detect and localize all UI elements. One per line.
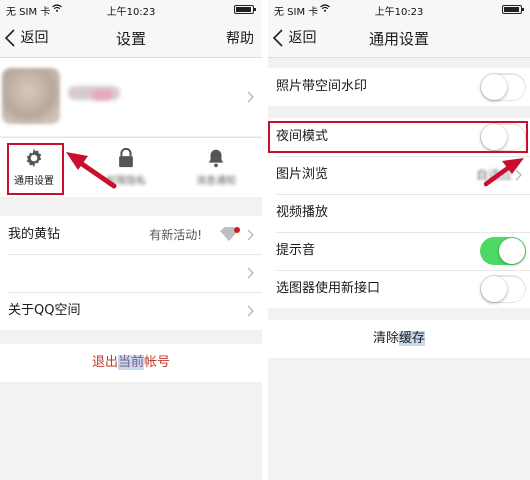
chevron-right-icon (247, 91, 254, 103)
chevron-right-icon (247, 267, 254, 279)
logout-button[interactable]: 退出当前帐号 (0, 344, 262, 382)
chevron-right-icon (247, 305, 254, 317)
yellow-diamond-icon (220, 227, 240, 241)
highlight-box-general-settings (7, 143, 64, 195)
notifications-label: 消息通知 (196, 176, 236, 187)
annotation-arrow-icon (66, 152, 117, 189)
battery-icon (502, 5, 524, 14)
help-button[interactable]: 帮助 (226, 28, 254, 48)
vip-promo-note: 有新活动! (149, 228, 202, 242)
page-title: 设置 (115, 30, 146, 48)
status-bar: 无 SIM 卡 上午10:23 (268, 0, 530, 18)
highlight-box-night-mode (268, 121, 528, 153)
about-row[interactable]: 关于QQ空间 (0, 292, 262, 330)
setting-label: 照片带空间水印 (276, 79, 368, 94)
annotation-arrow-icon (483, 158, 524, 187)
general-settings-screen: 无 SIM 卡 上午10:23 返回 通用设置 照片带空间水印 夜间模式 图片浏… (268, 0, 530, 480)
avatar (2, 68, 60, 124)
battery-level (504, 7, 519, 12)
navigation-bar: 返回 设置 帮助 (0, 18, 262, 58)
clear-cache-label-highlight: 缓存 (399, 331, 426, 346)
lock-icon (119, 147, 133, 168)
new-picker-toggle[interactable] (480, 275, 526, 303)
toggle-knob (481, 74, 507, 100)
setting-row-video-play[interactable]: 视频播放 (268, 194, 530, 232)
blank-settings-row[interactable] (0, 254, 262, 292)
status-time: 上午10:23 (106, 7, 156, 18)
divider (0, 137, 262, 138)
setting-row-new-picker: 选图器使用新接口 (268, 270, 530, 308)
setting-row-sound: 提示音 (268, 232, 530, 270)
battery-icon (234, 5, 256, 14)
setting-label: 视频播放 (276, 205, 329, 220)
navigation-bar: 返回 通用设置 (268, 18, 530, 58)
sound-toggle[interactable] (480, 237, 526, 265)
chevron-right-icon (247, 229, 254, 241)
battery-level (236, 7, 251, 12)
clear-cache-label-pre: 清除 (372, 331, 399, 346)
watermark-toggle[interactable] (480, 73, 526, 101)
notifications-shortcut[interactable]: 消息通知 (176, 143, 256, 193)
toggle-knob (481, 276, 507, 302)
status-bar: 无 SIM 卡 上午10:23 (0, 0, 262, 18)
page-title: 通用设置 (368, 30, 429, 48)
logout-label-highlight: 当前 (117, 355, 144, 370)
divider (8, 254, 262, 255)
toggle-knob (499, 238, 525, 264)
logout-label-post: 帐号 (144, 355, 171, 370)
vip-row[interactable]: 我的黄钻 有新活动! (0, 216, 262, 254)
profile-row[interactable] (0, 58, 262, 136)
clear-cache-button[interactable]: 清除缓存 (268, 320, 530, 358)
logout-label-pre: 退出 (91, 355, 118, 370)
setting-row-watermark: 照片带空间水印 (268, 68, 530, 106)
vip-label: 我的黄钻 (8, 227, 61, 242)
settings-screen: 无 SIM 卡 上午10:23 返回 设置 帮助 通用设置 权限隐私 消息通知 … (0, 0, 262, 480)
status-time: 上午10:23 (374, 7, 424, 18)
about-label: 关于QQ空间 (8, 303, 81, 318)
setting-label: 图片浏览 (276, 167, 329, 182)
setting-label: 选图器使用新接口 (276, 281, 381, 296)
nickname-blurred-accent (92, 90, 112, 100)
bell-icon (208, 149, 224, 168)
setting-label: 提示音 (276, 243, 316, 258)
